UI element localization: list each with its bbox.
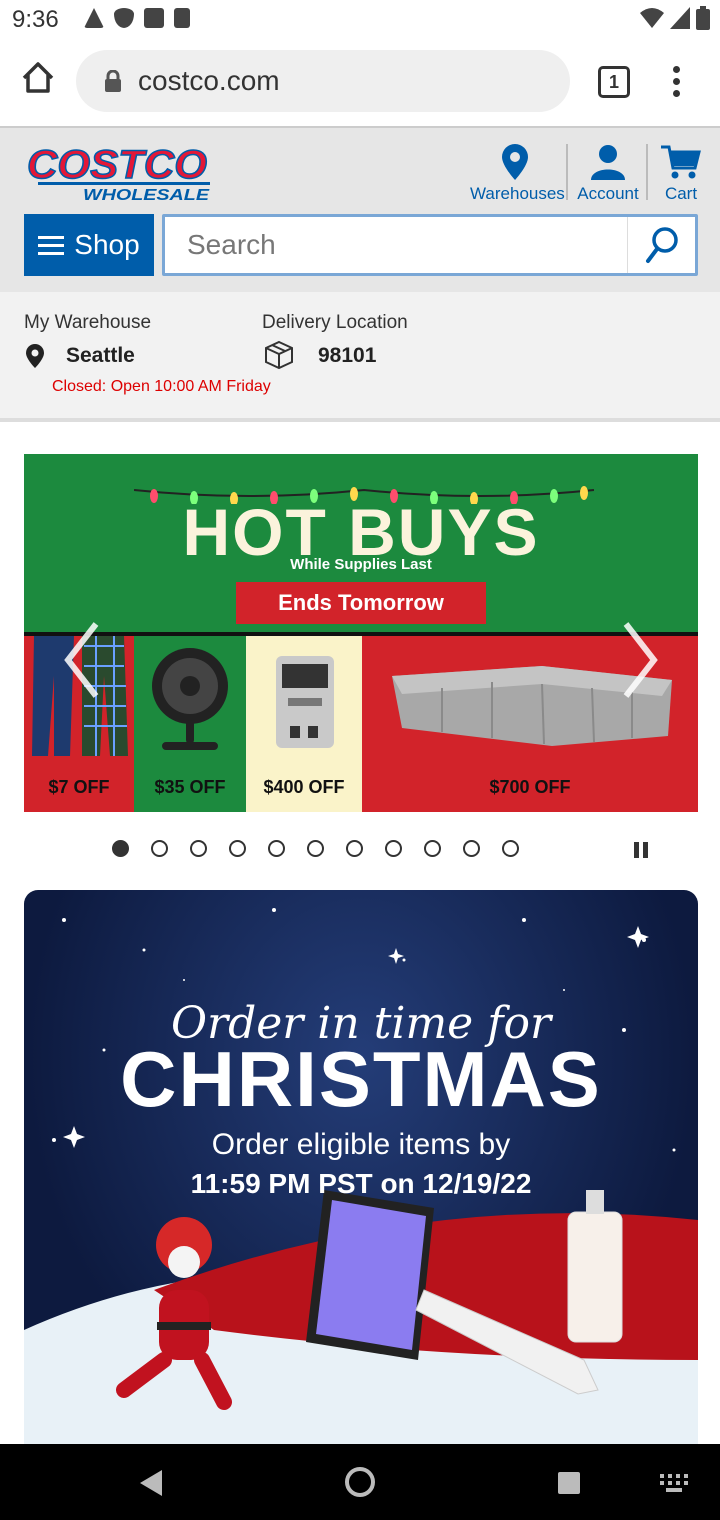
battery-icon — [696, 6, 710, 30]
warehouses-label: Warehouses — [470, 184, 565, 203]
overflow-menu-button[interactable] — [668, 66, 684, 102]
sd-card-icon — [174, 8, 190, 28]
keyboard-icon[interactable] — [660, 1474, 688, 1492]
shop-menu-button[interactable]: Shop — [24, 214, 154, 276]
fan-image — [152, 648, 228, 750]
search-icon — [645, 227, 678, 263]
warehouse-city[interactable]: Seattle — [66, 344, 135, 368]
notification-icons — [84, 8, 190, 28]
carousel-dot[interactable] — [463, 840, 480, 857]
cart-icon — [661, 145, 701, 179]
status-time: 9:36 — [12, 6, 59, 33]
offer-label: $35 OFF — [154, 777, 226, 797]
offer-espresso: $400 OFF — [246, 636, 362, 812]
carousel-dot[interactable] — [307, 840, 324, 857]
hot-buys-banner[interactable]: HOT BUYS While Supplies Last Ends Tomorr… — [24, 454, 698, 812]
url-text: costco.com — [138, 65, 280, 96]
carousel-dots — [112, 840, 519, 857]
account-link[interactable]: Account — [576, 144, 640, 204]
logo-text-bottom: WHOLESALE — [83, 187, 210, 202]
user-icon — [591, 145, 625, 180]
promo-line-3: Order eligible items by — [211, 1128, 511, 1161]
location-bar: My Warehouse Seattle Closed: Open 10:00 … — [0, 292, 720, 422]
map-pin-icon — [502, 144, 528, 180]
home-nav-button[interactable] — [344, 1466, 376, 1498]
warehouse-label: My Warehouse — [24, 312, 152, 333]
tablet-illustration — [306, 1190, 434, 1360]
carousel-dot[interactable] — [190, 840, 207, 857]
account-label: Account — [577, 184, 639, 203]
warehouse-status: Closed: Open 10:00 AM Friday — [52, 378, 271, 395]
carousel-pause-button[interactable] — [634, 842, 648, 858]
offer-fan: $35 OFF — [134, 636, 246, 812]
christmas-banner[interactable]: Order in time for CHRISTMAS Order eligib… — [24, 890, 698, 1446]
offer-label: $7 OFF — [48, 777, 110, 797]
site-header: COSTCO WHOLESALE Warehouses Account Cart… — [0, 126, 720, 292]
carousel-dot[interactable] — [502, 840, 519, 857]
search-input[interactable] — [165, 217, 631, 273]
header-divider — [566, 144, 568, 200]
skincare-bottle-illustration — [567, 1190, 623, 1343]
cart-link[interactable]: Cart — [656, 144, 706, 204]
offer-label: $400 OFF — [263, 777, 345, 797]
carousel-dot[interactable] — [346, 840, 363, 857]
promo-line-4: 11:59 PM PST on 12/19/22 — [190, 1168, 532, 1199]
back-button[interactable] — [136, 1468, 166, 1498]
header-divider — [646, 144, 648, 200]
carousel-dot[interactable] — [424, 840, 441, 857]
carousel-prev-button[interactable] — [62, 620, 102, 700]
warehouses-link[interactable]: Warehouses — [470, 144, 565, 204]
offer-label: $700 OFF — [489, 777, 571, 797]
carousel-dot[interactable] — [268, 840, 285, 857]
hot-buys-subtitle: While Supplies Last — [290, 556, 432, 573]
carousel-dot[interactable] — [112, 840, 129, 857]
package-icon — [265, 340, 293, 370]
recents-button[interactable] — [556, 1470, 582, 1496]
status-bar: 9:36 — [0, 0, 720, 40]
location-pin-icon — [26, 344, 44, 368]
tab-switcher-button[interactable]: 1 — [598, 66, 630, 98]
alert-icon — [84, 8, 104, 28]
promo-line-2: CHRISTMAS — [120, 1035, 602, 1123]
espresso-machine-image — [276, 656, 334, 748]
signal-icon — [670, 7, 690, 29]
ends-tomorrow-badge: Ends Tomorrow — [236, 582, 486, 624]
lock-icon — [105, 70, 121, 92]
costco-logo[interactable]: COSTCO WHOLESALE — [24, 142, 210, 204]
carousel-dot[interactable] — [151, 840, 168, 857]
cart-label: Cart — [664, 184, 698, 203]
shield-icon — [114, 8, 134, 28]
home-icon — [22, 62, 54, 93]
browser-toolbar: costco.com 1 — [0, 40, 720, 126]
system-nav-bar — [0, 1444, 720, 1520]
media-icon — [144, 8, 164, 28]
wifi-icon — [640, 8, 664, 28]
search-box — [162, 214, 698, 276]
hamburger-icon — [38, 231, 65, 260]
shop-label: Shop — [74, 229, 140, 260]
system-icons — [640, 6, 710, 30]
carousel-dot[interactable] — [229, 840, 246, 857]
delivery-label: Delivery Location — [262, 312, 408, 333]
search-button[interactable] — [627, 217, 695, 273]
delivery-zip[interactable]: 98101 — [318, 344, 376, 368]
carousel-next-button[interactable] — [620, 620, 660, 700]
logo-text-top: COSTCO — [27, 144, 207, 187]
address-bar[interactable]: costco.com — [76, 50, 570, 112]
home-button[interactable] — [18, 58, 58, 98]
carousel-dot[interactable] — [385, 840, 402, 857]
